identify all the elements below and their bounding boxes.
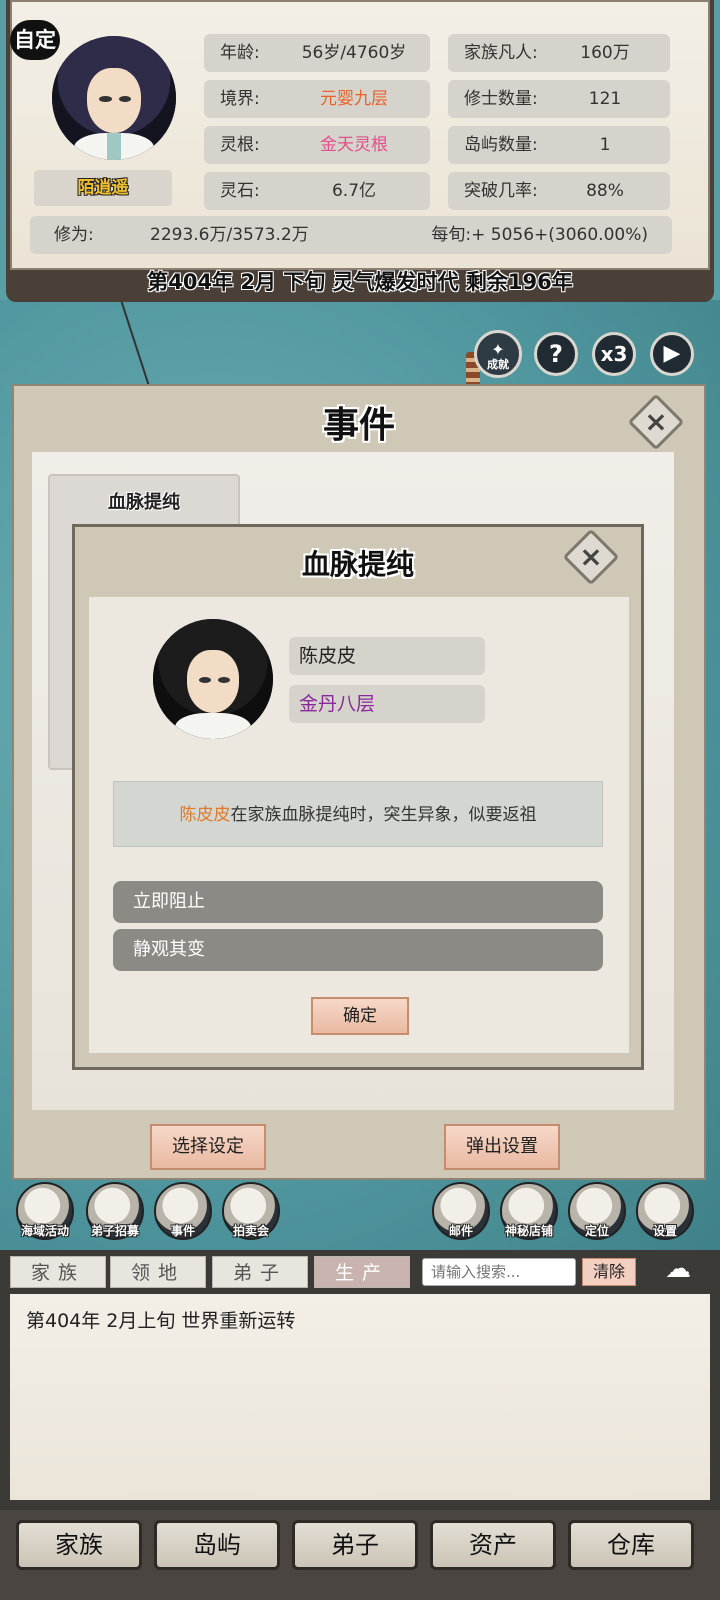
select-settings-button[interactable]: 选择设定	[150, 1124, 266, 1170]
close-icon: ×	[644, 405, 668, 438]
log-tab-territory[interactable]: 领地	[110, 1256, 206, 1288]
event-description: 陈皮皮在家族血脉提纯时，突生异象，似要返祖	[113, 781, 603, 847]
achievement-icon: ✦	[491, 340, 505, 359]
stat-label: 修士数量:	[464, 89, 538, 109]
stat-islands: 岛屿数量: 1	[448, 126, 670, 164]
help-button[interactable]: ?	[534, 332, 578, 376]
nav-family[interactable]: 家族	[16, 1520, 142, 1570]
stat-label: 年龄:	[220, 43, 260, 63]
event-window-title: 事件	[322, 405, 395, 446]
log-tab-family[interactable]: 家族	[10, 1256, 106, 1288]
close-icon: ×	[579, 540, 603, 573]
description-text: 在家族血脉提纯时，突生异象，似要返祖	[230, 805, 537, 825]
recruit-label: 弟子招募	[90, 1224, 139, 1238]
locate-label: 定位	[584, 1224, 609, 1238]
event-label: 事件	[170, 1224, 195, 1238]
confirm-button[interactable]: 确定	[311, 997, 409, 1035]
nav-warehouse[interactable]: 仓库	[568, 1520, 694, 1570]
log-tab-production[interactable]: 生产	[314, 1256, 410, 1288]
stat-label: 家族凡人:	[464, 43, 538, 63]
auction-label: 拍卖会	[232, 1224, 269, 1238]
nav-islands[interactable]: 岛屿	[154, 1520, 280, 1570]
stat-label: 突破几率:	[464, 181, 538, 201]
log-tab-disciples[interactable]: 弟子	[212, 1256, 308, 1288]
settings-label: 设置	[652, 1224, 677, 1238]
dialog-body: 陈皮皮 金丹八层 陈皮皮在家族血脉提纯时，突生异象，似要返祖 立即阻止 静观其变…	[89, 597, 629, 1053]
mail-label: 邮件	[448, 1224, 473, 1238]
cultivation-bar: 修为: 2293.6万/3573.2万 每旬:+ 5056+(3060.00%)	[30, 216, 672, 254]
stat-value: 88%	[586, 181, 624, 201]
auto-mode-badge[interactable]: 自定	[10, 20, 60, 60]
stat-spirit-stones: 灵石: 6.7亿	[204, 172, 430, 210]
speed-label: x3	[600, 342, 628, 366]
choice-wait-and-see[interactable]: 静观其变	[113, 929, 603, 971]
speed-button[interactable]: x3	[592, 332, 636, 376]
log-search-input[interactable]	[422, 1258, 576, 1286]
stat-value: 6.7亿	[331, 181, 377, 201]
stat-realm: 境界: 元婴九层	[204, 80, 430, 118]
stat-label: 岛屿数量:	[464, 135, 538, 155]
bloodline-dialog: 血脉提纯 × 陈皮皮 金丹八层 陈皮皮在家族血脉提纯时，突生异象，似要返祖 立即…	[72, 524, 644, 1070]
stat-spirit-root: 灵根: 金天灵根	[204, 126, 430, 164]
nav-assets[interactable]: 资产	[430, 1520, 556, 1570]
popup-settings-button[interactable]: 弹出设置	[444, 1124, 560, 1170]
play-button[interactable]: ▶	[650, 332, 694, 376]
choice-stop-now[interactable]: 立即阻止	[113, 881, 603, 923]
stat-value: 121	[588, 89, 622, 109]
cultivation-value: 2293.6万/3573.2万	[150, 225, 309, 245]
mystery-shop-label: 神秘店铺	[504, 1224, 553, 1238]
stat-label: 灵石:	[220, 181, 260, 201]
game-date: 第404年 2月 下旬 灵气爆发时代 剩余196年	[147, 270, 573, 294]
cultivation-rate: 每旬:+ 5056+(3060.00%)	[431, 225, 648, 245]
stat-mortals: 家族凡人: 160万	[448, 34, 670, 72]
cloud-icon[interactable]: ☁	[650, 1254, 706, 1284]
event-list-item-title: 血脉提纯	[108, 492, 180, 513]
sea-activity-label: 海域活动	[20, 1224, 69, 1238]
help-icon: ?	[549, 340, 563, 368]
player-avatar[interactable]	[52, 36, 176, 160]
play-icon: ▶	[663, 341, 681, 366]
nav-disciples[interactable]: 弟子	[292, 1520, 418, 1570]
cultivation-label: 修为:	[54, 225, 94, 245]
stat-value: 1	[599, 135, 611, 155]
description-character-name: 陈皮皮	[179, 805, 231, 825]
achievement-label: 成就	[487, 358, 509, 371]
log-area[interactable]: 第404年 2月上旬 世界重新运转	[10, 1294, 710, 1500]
stat-cultivators: 修士数量: 121	[448, 80, 670, 118]
stat-value: 160万	[580, 43, 630, 63]
log-entry: 第404年 2月上旬 世界重新运转	[26, 1310, 296, 1332]
stat-value: 56岁/4760岁	[301, 43, 407, 63]
achievement-button[interactable]: ✦ 成就	[474, 330, 522, 378]
stat-breakthrough-rate: 突破几率: 88%	[448, 172, 670, 210]
stat-label: 境界:	[220, 89, 260, 109]
stat-age: 年龄: 56岁/4760岁	[204, 34, 430, 72]
dialog-title: 血脉提纯	[301, 548, 414, 581]
clear-button[interactable]: 清除	[582, 1258, 636, 1286]
stat-value: 金天灵根	[320, 135, 388, 155]
stat-value: 元婴九层	[320, 89, 388, 109]
character-avatar[interactable]	[153, 619, 273, 739]
character-realm: 金丹八层	[289, 685, 485, 723]
stat-label: 灵根:	[220, 135, 260, 155]
character-name: 陈皮皮	[289, 637, 485, 675]
player-name: 陌逍遥	[34, 170, 172, 206]
